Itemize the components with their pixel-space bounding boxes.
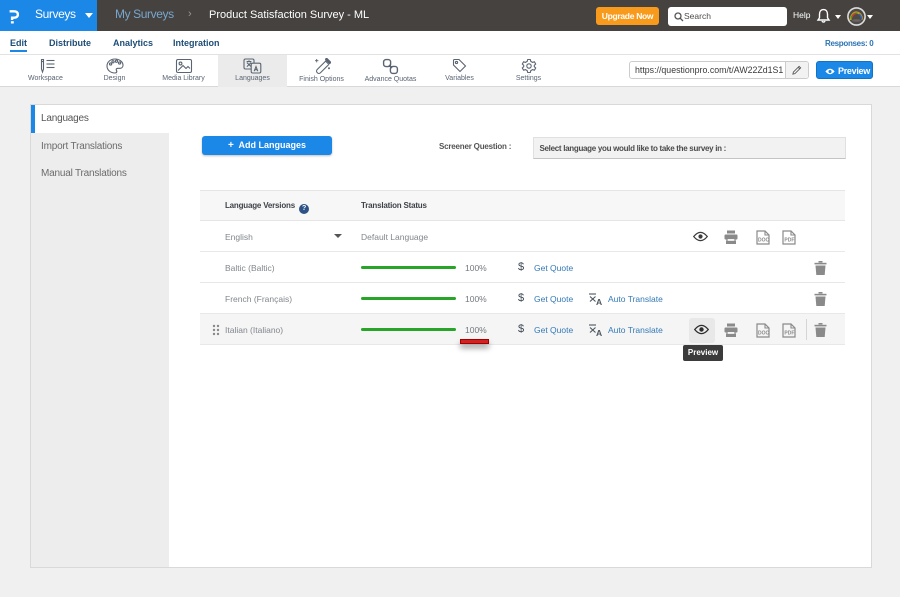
svg-text:PDF: PDF bbox=[784, 238, 794, 244]
svg-text:A: A bbox=[596, 328, 602, 337]
svg-text:A: A bbox=[596, 297, 602, 306]
svg-text:DOC: DOC bbox=[758, 238, 770, 244]
svg-text:PDF: PDF bbox=[784, 331, 794, 337]
svg-text:DOC: DOC bbox=[758, 331, 770, 337]
